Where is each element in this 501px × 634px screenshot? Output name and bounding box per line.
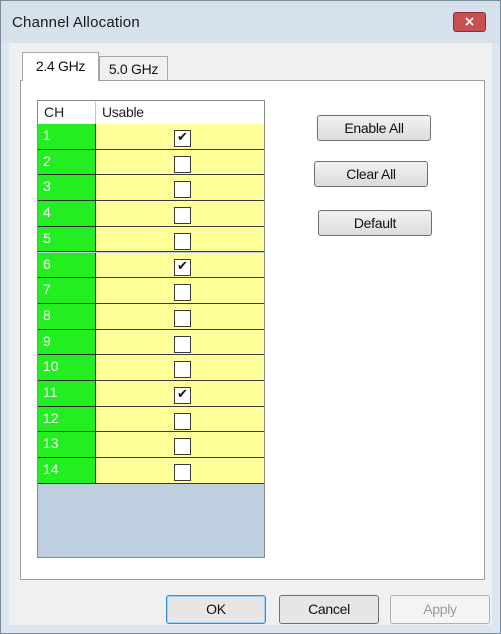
channel-number-cell: 12 xyxy=(38,406,96,433)
ok-button[interactable]: OK xyxy=(166,595,266,624)
cancel-button[interactable]: Cancel xyxy=(279,595,379,624)
usable-cell xyxy=(96,406,264,433)
channel-row: 13 xyxy=(38,432,264,459)
usable-checkbox[interactable] xyxy=(174,464,191,482)
usable-cell xyxy=(96,278,264,304)
usable-cell xyxy=(96,303,264,330)
dialog-client-area: 2.4 GHz 5.0 GHz CH Usable 1 ✔ 2 3 4 5 6 ✔ 7 8 9 10 1… xyxy=(9,43,492,625)
channel-number-cell: 14 xyxy=(38,458,96,484)
usable-cell xyxy=(96,432,264,459)
usable-cell xyxy=(96,355,264,381)
usable-cell: ✔ xyxy=(96,381,264,407)
channel-number-cell: 1 xyxy=(38,124,96,150)
channel-grid: CH Usable 1 ✔ 2 3 4 5 6 ✔ 7 8 9 10 11 ✔ 12 13 14 xyxy=(37,100,265,558)
column-header-usable[interactable]: Usable xyxy=(96,101,264,124)
checkmark-icon: ✔ xyxy=(177,130,188,145)
channel-row: 10 xyxy=(38,355,264,381)
usable-checkbox[interactable] xyxy=(174,181,191,199)
column-header-ch[interactable]: CH xyxy=(38,101,96,124)
channel-row: 2 xyxy=(38,149,264,176)
channel-row: 8 xyxy=(38,303,264,330)
usable-cell xyxy=(96,175,264,202)
channel-row: 7 xyxy=(38,278,264,304)
checkmark-icon: ✔ xyxy=(177,258,188,274)
usable-cell xyxy=(96,458,264,484)
channel-number-cell: 7 xyxy=(38,278,96,304)
tab-panel-2-4-ghz: CH Usable 1 ✔ 2 3 4 5 6 ✔ 7 8 9 10 11 ✔ 12 13 14 Enable … xyxy=(20,80,485,580)
usable-cell: ✔ xyxy=(96,252,264,279)
usable-checkbox[interactable]: ✔ xyxy=(174,258,191,276)
window-title: Channel Allocation xyxy=(12,14,140,31)
channel-row: 12 xyxy=(38,406,264,433)
checkmark-icon: ✔ xyxy=(177,387,188,402)
usable-checkbox[interactable] xyxy=(174,232,191,250)
usable-checkbox[interactable] xyxy=(174,361,191,379)
grid-header: CH Usable xyxy=(38,101,264,125)
channel-number-cell: 3 xyxy=(38,175,96,202)
channel-row: 11 ✔ xyxy=(38,381,264,407)
channel-number-cell: 6 xyxy=(38,252,96,279)
usable-checkbox[interactable] xyxy=(174,284,191,302)
channel-number-cell: 4 xyxy=(38,201,96,227)
channel-number-cell: 13 xyxy=(38,432,96,459)
usable-cell: ✔ xyxy=(96,124,264,150)
channel-number-cell: 5 xyxy=(38,226,96,253)
channel-number-cell: 2 xyxy=(38,149,96,176)
title-bar[interactable]: Channel Allocation × xyxy=(1,1,500,43)
channel-row: 3 xyxy=(38,175,264,202)
tab-2-4-ghz[interactable]: 2.4 GHz xyxy=(22,52,99,81)
channel-row: 5 xyxy=(38,226,264,253)
close-icon: × xyxy=(463,14,476,30)
channel-number-cell: 11 xyxy=(38,381,96,407)
usable-cell xyxy=(96,329,264,356)
usable-checkbox[interactable] xyxy=(174,155,191,173)
usable-cell xyxy=(96,226,264,253)
channel-row: 6 ✔ xyxy=(38,252,264,279)
tab-5-0-ghz[interactable]: 5.0 GHz xyxy=(99,56,168,81)
enable-all-button[interactable]: Enable All xyxy=(317,115,431,141)
usable-checkbox[interactable] xyxy=(174,309,191,327)
usable-checkbox[interactable]: ✔ xyxy=(174,387,191,404)
usable-checkbox[interactable] xyxy=(174,335,191,353)
channel-row: 1 ✔ xyxy=(38,124,264,150)
channel-row: 4 xyxy=(38,201,264,227)
channel-number-cell: 9 xyxy=(38,329,96,356)
channel-row: 9 xyxy=(38,329,264,356)
usable-cell xyxy=(96,201,264,227)
usable-checkbox[interactable]: ✔ xyxy=(174,130,191,147)
usable-checkbox[interactable] xyxy=(174,207,191,225)
channel-number-cell: 8 xyxy=(38,303,96,330)
channel-number-cell: 10 xyxy=(38,355,96,381)
clear-all-button[interactable]: Clear All xyxy=(314,161,428,187)
channel-allocation-window: Channel Allocation × 2.4 GHz 5.0 GHz CH … xyxy=(0,0,501,634)
usable-cell xyxy=(96,149,264,176)
apply-button[interactable]: Apply xyxy=(390,595,490,624)
close-button[interactable]: × xyxy=(453,12,486,32)
channel-row: 14 xyxy=(38,458,264,484)
usable-checkbox[interactable] xyxy=(174,412,191,430)
default-button[interactable]: Default xyxy=(318,210,432,236)
usable-checkbox[interactable] xyxy=(174,438,191,456)
